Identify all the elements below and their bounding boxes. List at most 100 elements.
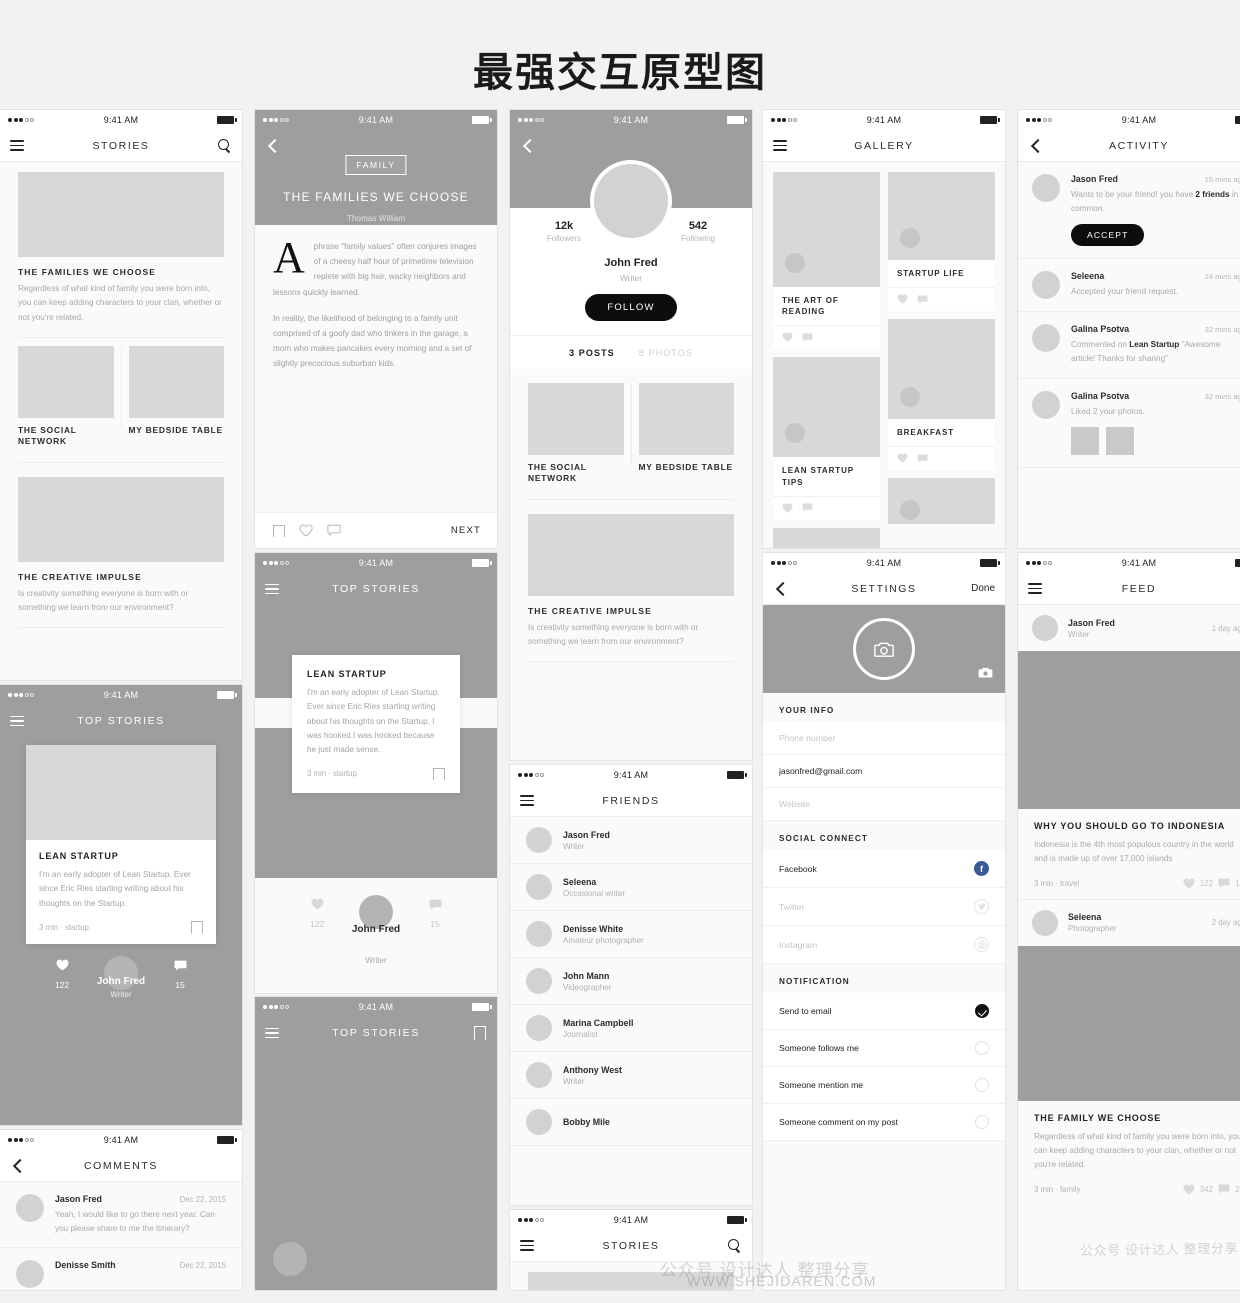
gallery-card[interactable]: STARTUP LIFE (888, 172, 995, 312)
notification-row[interactable]: Send to email (763, 993, 1005, 1030)
feed-post[interactable]: Jason Fred Writer 1 day ago WHY YOU SHOU… (1018, 605, 1240, 899)
story-card[interactable]: LEAN STARTUP I'm an early adopter of Lea… (26, 745, 216, 945)
hamburger-icon[interactable] (10, 713, 26, 729)
bookmark-icon[interactable] (431, 767, 445, 781)
following-stat[interactable]: 542 Following (666, 220, 730, 243)
list-item[interactable]: Jason Fred Writer (510, 817, 752, 864)
hamburger-icon[interactable] (1028, 581, 1044, 597)
chevron-left-icon[interactable] (10, 1158, 26, 1174)
gallery-card-partial[interactable] (888, 478, 995, 525)
list-item[interactable]: John Mann Videographer (510, 958, 752, 1005)
chevron-left-icon[interactable] (1028, 138, 1044, 154)
hamburger-icon[interactable] (265, 581, 281, 597)
gallery-card[interactable]: BREAKFAST (888, 319, 995, 471)
chevron-left-icon[interactable] (520, 138, 536, 154)
email-field[interactable]: jasonfred@gmail.com (763, 755, 1005, 788)
phone-field[interactable]: Phone number (763, 722, 1005, 755)
feed-post[interactable]: Seleena Photographer 2 day ago THE FAMIL… (1018, 899, 1240, 1205)
nav-bar: SETTINGS Done (763, 573, 1005, 605)
hamburger-icon[interactable] (773, 138, 789, 154)
done-button[interactable]: Done (971, 583, 995, 594)
avatar-camera-button[interactable] (853, 618, 915, 680)
card-title: THE ART OF READING (773, 287, 880, 327)
avatar[interactable] (273, 1242, 307, 1276)
post-time: 2 day ago (1211, 918, 1240, 928)
notification-row[interactable]: Someone follows me (763, 1030, 1005, 1067)
followers-stat[interactable]: 12k Followers (532, 220, 596, 243)
bookmark-icon[interactable] (189, 920, 203, 934)
list-item[interactable]: Seleena Occasional writer (510, 864, 752, 911)
social-row-facebook[interactable]: Facebook f (763, 850, 1005, 888)
follow-button[interactable]: FOLLOW (585, 294, 677, 321)
cover-camera-icon[interactable] (978, 666, 993, 684)
hamburger-icon[interactable] (10, 138, 26, 154)
story-hero-image[interactable] (528, 1272, 734, 1290)
story-card[interactable]: THE SOCIAL NETWORK (528, 383, 624, 485)
check-icon[interactable] (975, 1078, 989, 1092)
comment-icon[interactable] (1218, 878, 1230, 888)
tab-posts[interactable]: 3 POSTS (569, 348, 615, 358)
avatar[interactable] (590, 160, 672, 242)
social-row-twitter[interactable]: Twitter (763, 888, 1005, 926)
notification-row[interactable]: Someone mention me (763, 1067, 1005, 1104)
heart-icon[interactable] (897, 453, 908, 463)
chevron-left-icon[interactable] (265, 138, 281, 154)
comment-item[interactable]: Denisse Smith Dec 22, 2015 (0, 1248, 242, 1290)
story-title: THE FAMILIES WE CHOOSE (18, 267, 157, 277)
heart-icon[interactable] (782, 503, 793, 513)
cover-photo-picker[interactable] (763, 605, 1005, 693)
gallery-card[interactable]: LEAN STARTUP TIPS (773, 357, 880, 520)
bookmark-icon[interactable] (271, 524, 285, 538)
activity-thumbnails[interactable] (1071, 426, 1240, 455)
heart-icon[interactable] (897, 294, 908, 304)
story-card[interactable]: MY BEDSIDE TABLE (128, 346, 224, 448)
heart-icon[interactable] (1183, 878, 1195, 889)
comment-icon[interactable] (327, 524, 341, 537)
comment-icon[interactable] (1218, 1184, 1230, 1194)
list-item[interactable]: Anthony West Writer (510, 1052, 752, 1099)
heart-icon[interactable] (299, 524, 313, 537)
website-field[interactable]: Website (763, 788, 1005, 821)
bookmark-icon[interactable] (471, 1025, 487, 1041)
chevron-left-icon[interactable] (773, 581, 789, 597)
accept-button[interactable]: ACCEPT (1071, 223, 1145, 246)
comment-icon[interactable] (917, 454, 928, 463)
activity-item[interactable]: Galina Psotva 32 mins ago Liked 2 your p… (1018, 378, 1240, 468)
list-item[interactable]: Denisse White Amateur photographer (510, 911, 752, 958)
search-icon[interactable] (726, 1238, 742, 1254)
comment-action[interactable]: 15 (160, 958, 200, 990)
heart-icon[interactable] (782, 332, 793, 342)
check-icon[interactable] (975, 1115, 989, 1129)
gallery-card[interactable]: THE ART OF READING (773, 172, 880, 350)
comment-icon[interactable] (917, 295, 928, 304)
comment-icon[interactable] (802, 503, 813, 512)
story-card[interactable]: THE SOCIAL NETWORK (18, 346, 114, 448)
article-tag[interactable]: FAMILY (345, 155, 407, 175)
list-item[interactable]: Marina Campbell Journalist (510, 1005, 752, 1052)
story-hero-image[interactable] (18, 476, 224, 562)
story-hero-image[interactable] (18, 172, 224, 257)
notification-row[interactable]: Someone comment on my post (763, 1104, 1005, 1141)
story-card[interactable]: LEAN STARTUP I'm an early adopter of Lea… (292, 655, 460, 793)
social-row-instagram[interactable]: Instagram (763, 926, 1005, 964)
heart-icon[interactable] (1183, 1184, 1195, 1195)
check-icon[interactable] (975, 1041, 989, 1055)
comment-count: 21 (1235, 1184, 1240, 1194)
comment-item[interactable]: Jason Fred Dec 22, 2015 Yeah, I would li… (0, 1182, 242, 1247)
tab-photos[interactable]: 8 PHOTOS (639, 348, 693, 358)
story-hero-image[interactable] (528, 513, 734, 596)
gallery-card-partial[interactable] (773, 527, 880, 548)
check-icon[interactable] (975, 1004, 989, 1018)
story-card[interactable]: MY BEDSIDE TABLE (638, 383, 734, 485)
list-item[interactable]: Bobby Mile (510, 1099, 752, 1146)
activity-item[interactable]: Galina Psotva 32 mins ago Commented on L… (1018, 311, 1240, 379)
comment-icon[interactable] (802, 333, 813, 342)
hamburger-icon[interactable] (520, 1238, 536, 1254)
hamburger-icon[interactable] (265, 1025, 281, 1041)
like-action[interactable]: 122 (42, 958, 82, 990)
next-button[interactable]: NEXT (451, 525, 481, 536)
activity-item[interactable]: Jason Fred 15 mins ago Wants to be your … (1018, 162, 1240, 259)
hamburger-icon[interactable] (520, 793, 536, 809)
search-icon[interactable] (216, 138, 232, 154)
activity-item[interactable]: Seleena 24 mins ago Accepted your friend… (1018, 258, 1240, 312)
